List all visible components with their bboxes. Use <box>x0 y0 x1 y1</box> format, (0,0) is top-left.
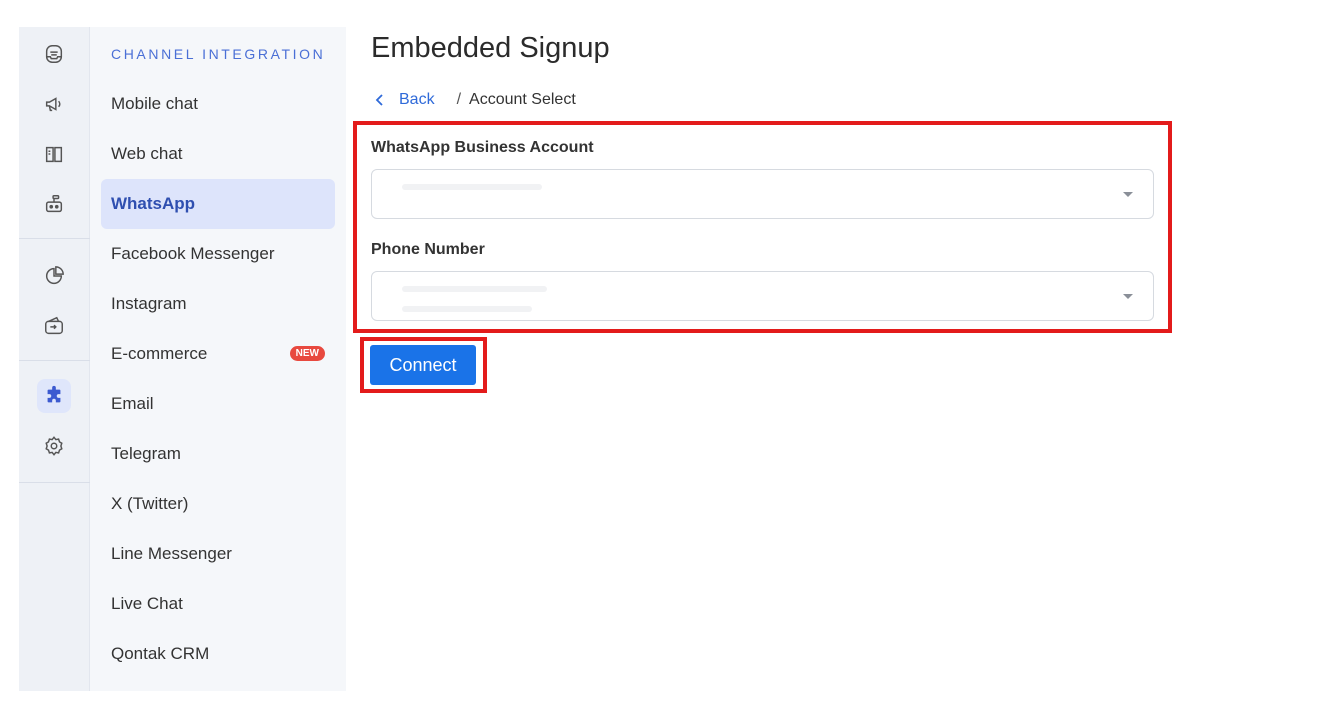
menu-item-e-commerce[interactable]: E-commerce NEW <box>101 329 335 379</box>
menu-item-label: Facebook Messenger <box>111 244 275 263</box>
book-icon[interactable] <box>37 137 71 171</box>
menu-item-label: Instagram <box>111 294 187 313</box>
icon-rail <box>19 27 90 691</box>
menu-item-x-twitter[interactable]: X (Twitter) <box>101 479 335 529</box>
megaphone-icon[interactable] <box>37 87 71 121</box>
wallet-icon[interactable] <box>37 309 71 343</box>
menu-item-label: Qontak CRM <box>111 644 210 663</box>
menu-item-label: Line Messenger <box>111 544 232 563</box>
menu-item-qontak-crm[interactable]: Qontak CRM <box>101 629 335 679</box>
puzzle-icon[interactable] <box>37 379 71 413</box>
chevron-down-icon <box>1123 192 1133 197</box>
menu-item-label: Mobile chat <box>111 94 198 113</box>
menu-item-web-chat[interactable]: Web chat <box>101 129 335 179</box>
menu-item-label: Web chat <box>111 144 183 163</box>
menu-item-mobile-chat[interactable]: Mobile chat <box>101 79 335 129</box>
breadcrumb: Back / Account Select <box>373 91 576 109</box>
breadcrumb-current: Account Select <box>469 91 576 108</box>
menu-item-email[interactable]: Email <box>101 379 335 429</box>
back-label: Back <box>399 91 435 108</box>
menu-item-facebook-messenger[interactable]: Facebook Messenger <box>101 229 335 279</box>
menu-item-telegram[interactable]: Telegram <box>101 429 335 479</box>
menu-item-whatsapp[interactable]: WhatsApp <box>101 179 335 229</box>
rail-divider <box>19 360 90 361</box>
phone-number-label: Phone Number <box>371 241 485 258</box>
new-badge: NEW <box>289 346 325 361</box>
menu-item-label: Live Chat <box>111 594 183 613</box>
waba-select[interactable] <box>371 169 1154 219</box>
blurred-text <box>402 286 547 292</box>
chevron-down-icon <box>1123 294 1133 299</box>
chevron-left-icon <box>375 94 383 106</box>
blurred-text <box>402 306 532 312</box>
menu-item-live-chat[interactable]: Live Chat <box>101 579 335 629</box>
menu-item-label: Telegram <box>111 444 181 463</box>
rail-divider <box>19 238 90 239</box>
menu-item-label: X (Twitter) <box>111 494 189 513</box>
page-title: Embedded Signup <box>371 32 610 64</box>
menu-item-label: WhatsApp <box>111 194 196 213</box>
bot-icon[interactable] <box>37 187 71 221</box>
connect-button[interactable]: Connect <box>370 345 476 385</box>
inbox-icon[interactable] <box>37 37 71 71</box>
menu-heading: CHANNEL INTEGRATION <box>111 46 326 62</box>
blurred-text <box>402 184 542 190</box>
channel-menu: CHANNEL INTEGRATION Mobile chat Web chat… <box>90 27 346 691</box>
waba-label: WhatsApp Business Account <box>371 139 594 156</box>
breadcrumb-separator: / <box>456 91 462 108</box>
menu-item-line-messenger[interactable]: Line Messenger <box>101 529 335 579</box>
menu-item-label: E-commerce <box>111 344 208 363</box>
rail-divider <box>19 482 90 483</box>
phone-number-select[interactable] <box>371 271 1154 321</box>
menu-item-instagram[interactable]: Instagram <box>101 279 335 329</box>
pie-chart-icon[interactable] <box>37 259 71 293</box>
menu-item-label: Email <box>111 394 154 413</box>
gear-icon[interactable] <box>37 429 71 463</box>
back-link[interactable]: Back <box>373 91 435 109</box>
